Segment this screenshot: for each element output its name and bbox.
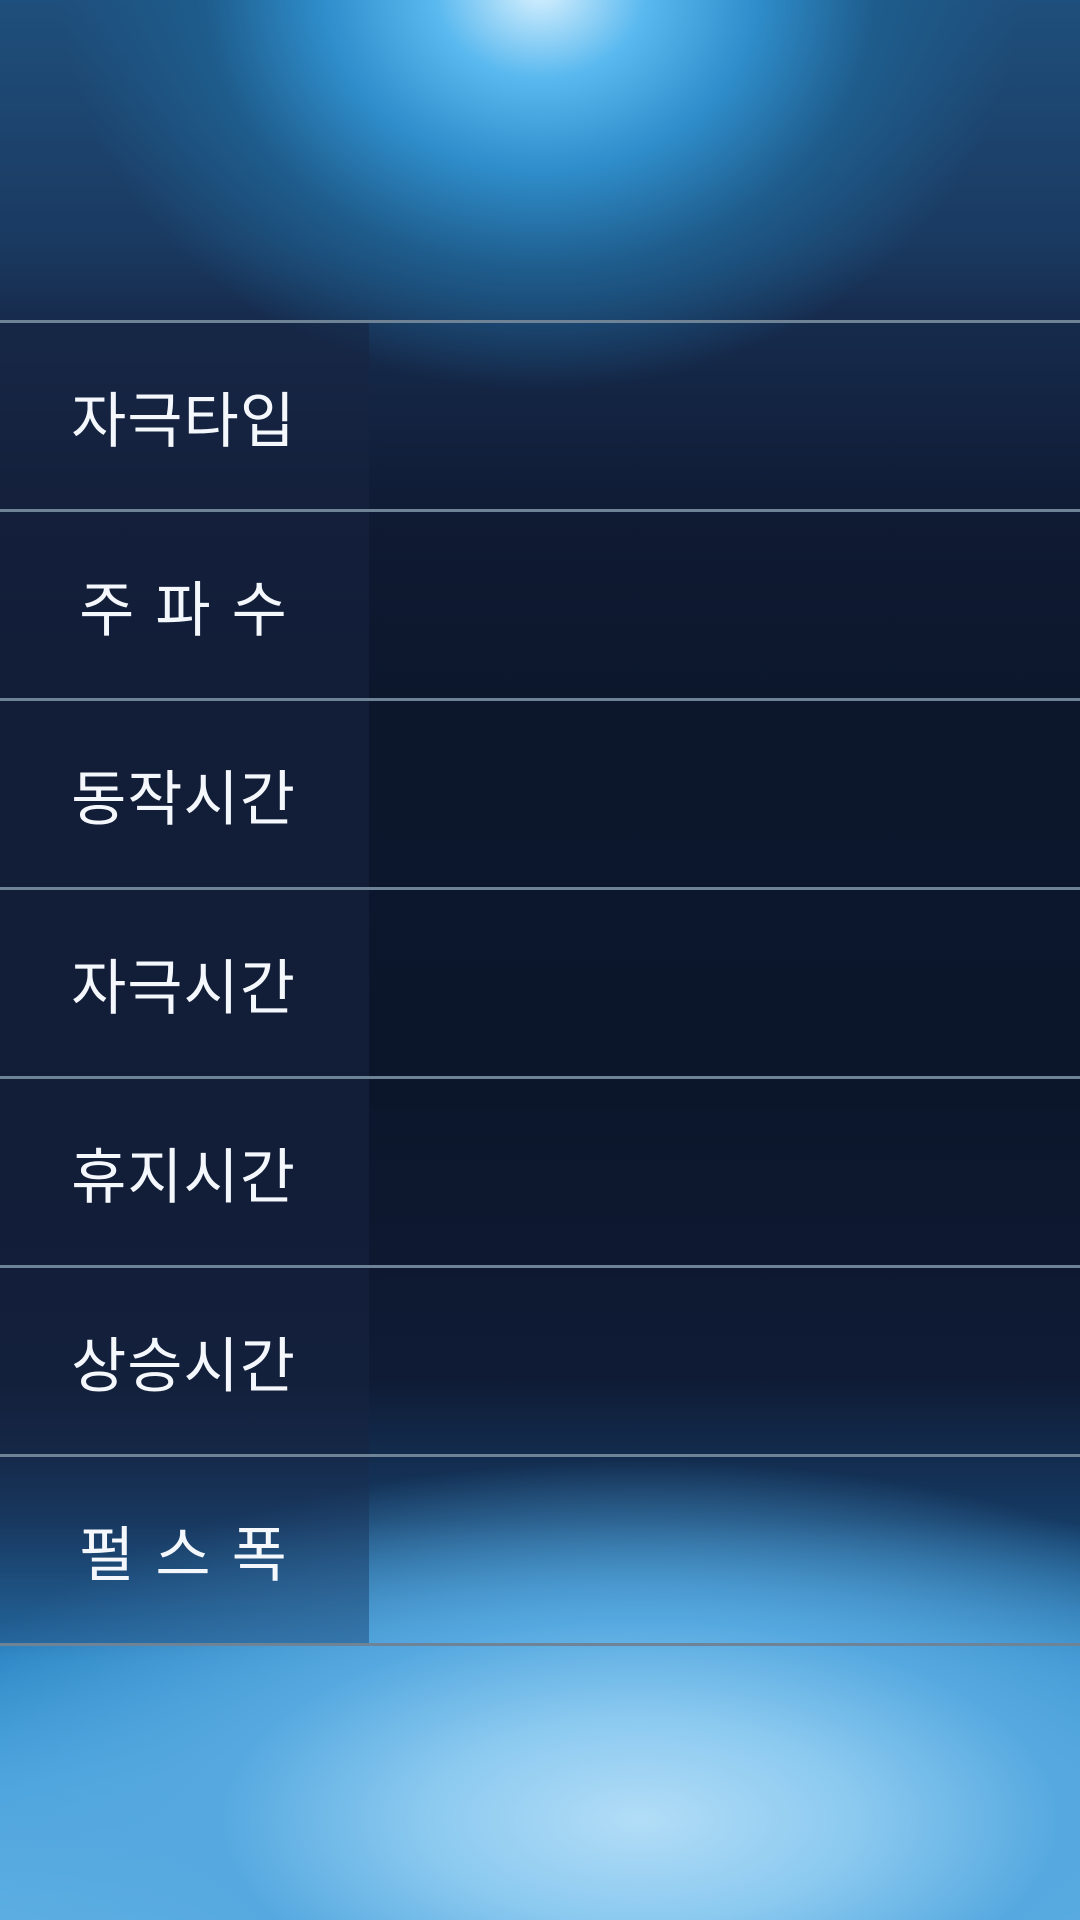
param-row-stimulation-type[interactable]: 자극타입 <box>0 323 1080 512</box>
param-value[interactable] <box>369 1457 1080 1643</box>
bottom-glow-area <box>0 1644 1080 1920</box>
param-label: 상승시간 <box>71 1331 296 1402</box>
param-label-cell: 펄 스 폭 <box>0 1457 369 1643</box>
param-label-cell: 휴지시간 <box>0 1079 369 1265</box>
param-label: 자극시간 <box>71 953 296 1024</box>
param-row-rest-time[interactable]: 휴지시간 <box>0 1079 1080 1268</box>
param-value[interactable] <box>369 512 1080 698</box>
stimulation-parameter-list: 자극타입 주 파 수 동작시간 자극시간 휴지시간 상승시간 펄 스 폭 <box>0 320 1080 1646</box>
param-row-frequency[interactable]: 주 파 수 <box>0 512 1080 701</box>
param-label: 자극타입 <box>71 386 296 457</box>
param-value[interactable] <box>369 701 1080 887</box>
param-label: 동작시간 <box>71 764 296 835</box>
param-value[interactable] <box>369 1268 1080 1454</box>
top-glow-area <box>0 0 1080 320</box>
param-label: 주 파 수 <box>79 575 288 646</box>
param-value[interactable] <box>369 890 1080 1076</box>
param-label-cell: 주 파 수 <box>0 512 369 698</box>
param-label: 휴지시간 <box>71 1142 296 1213</box>
param-label-cell: 동작시간 <box>0 701 369 887</box>
param-row-pulse-width[interactable]: 펄 스 폭 <box>0 1457 1080 1646</box>
param-row-stimulation-time[interactable]: 자극시간 <box>0 890 1080 1079</box>
param-label-cell: 상승시간 <box>0 1268 369 1454</box>
param-label-cell: 자극타입 <box>0 323 369 509</box>
param-row-rise-time[interactable]: 상승시간 <box>0 1268 1080 1457</box>
param-value[interactable] <box>369 323 1080 509</box>
param-label-cell: 자극시간 <box>0 890 369 1076</box>
param-label: 펄 스 폭 <box>79 1520 288 1591</box>
param-value[interactable] <box>369 1079 1080 1265</box>
param-row-operation-time[interactable]: 동작시간 <box>0 701 1080 890</box>
